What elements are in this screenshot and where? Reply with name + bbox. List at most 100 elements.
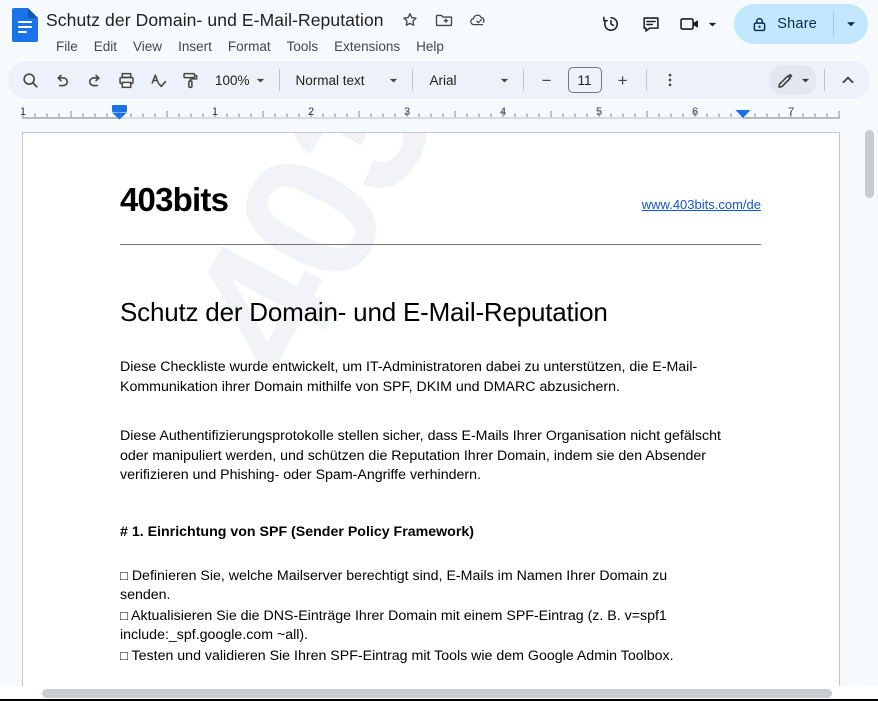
- collapse-toolbar-button[interactable]: [833, 65, 863, 95]
- svg-text:2: 2: [308, 106, 314, 118]
- document-canvas[interactable]: 403bits 403bits www.403bits.com/de Schut…: [0, 122, 878, 701]
- minus-icon: −: [541, 70, 552, 90]
- comment-icon: [643, 17, 659, 32]
- checklist-item[interactable]: □ Aktualisieren Sie die DNS-Einträge Ihr…: [120, 606, 720, 646]
- paint-format-icon: [182, 72, 197, 88]
- redo-icon: [88, 74, 100, 86]
- google-docs-window: Schutz der Domain- und E-Mail-Reputation: [0, 0, 878, 701]
- font-family-dropdown[interactable]: Arial: [420, 65, 516, 95]
- undo-icon: [56, 74, 68, 86]
- move-to-folder-icon[interactable]: [434, 10, 454, 30]
- print-icon: [118, 72, 134, 88]
- checklist-item[interactable]: □ Testen und validieren Sie Ihren SPF-Ei…: [120, 646, 720, 667]
- chevron-down-icon: [500, 78, 508, 83]
- vertical-scrollbar[interactable]: [865, 130, 874, 198]
- search-icon: [22, 72, 38, 88]
- font-family-label: Arial: [429, 72, 457, 88]
- menu-bar: File Edit View Insert Format Tools Exten…: [48, 36, 488, 57]
- svg-text:7: 7: [788, 106, 794, 118]
- version-history-button[interactable]: [593, 6, 629, 42]
- horizontal-scrollbar[interactable]: [42, 689, 832, 698]
- redo-button[interactable]: [79, 65, 109, 95]
- share-dropdown-button[interactable]: [834, 4, 868, 44]
- checklist-item[interactable]: □ Definieren Sie, welche Mailserver bere…: [120, 566, 720, 606]
- ruler[interactable]: 1 1 2 3 4 5 6 7: [0, 100, 878, 122]
- search-button[interactable]: [15, 65, 45, 95]
- plus-icon: +: [617, 70, 628, 90]
- font-size-input[interactable]: 11: [567, 67, 602, 93]
- menu-item-insert[interactable]: Insert: [170, 36, 220, 57]
- menu-item-edit[interactable]: Edit: [86, 36, 125, 57]
- spellcheck-icon: [150, 73, 166, 87]
- comment-button[interactable]: [633, 6, 669, 42]
- ruler-graphic: 1 1 2 3 4 5 6 7: [0, 100, 858, 122]
- zoom-level-dropdown[interactable]: 100%: [206, 65, 272, 95]
- undo-button[interactable]: [47, 65, 77, 95]
- chevron-down-icon: [709, 22, 717, 27]
- toolbar-divider: [411, 69, 413, 91]
- chevron-down-icon: [801, 78, 810, 83]
- letterhead-divider: [120, 244, 761, 245]
- checkbox-glyph[interactable]: □: [120, 648, 128, 663]
- toolbar-right-group: [769, 61, 864, 99]
- toolbar-divider: [522, 69, 524, 91]
- menu-item-help[interactable]: Help: [408, 36, 452, 57]
- toolbar-divider: [824, 69, 825, 91]
- font-size-stepper: − 11 +: [531, 65, 639, 95]
- document-title-row: Schutz der Domain- und E-Mail-Reputation: [46, 6, 488, 34]
- print-button[interactable]: [111, 65, 141, 95]
- cloud-saved-icon[interactable]: [468, 10, 488, 30]
- menu-item-view[interactable]: View: [125, 36, 170, 57]
- section-1-checklist: □ Definieren Sie, welche Mailserver bere…: [120, 566, 761, 667]
- letterhead: 403bits www.403bits.com/de: [120, 183, 761, 222]
- toolbar-divider: [278, 69, 280, 91]
- page-title[interactable]: Schutz der Domain- und E-Mail-Reputation: [46, 10, 384, 31]
- app-header: Schutz der Domain- und E-Mail-Reputation: [0, 0, 878, 60]
- document-page[interactable]: 403bits 403bits www.403bits.com/de Schut…: [22, 132, 840, 701]
- lock-icon: [753, 17, 766, 31]
- brand-website-link[interactable]: www.403bits.com/de: [642, 197, 761, 212]
- menu-item-format[interactable]: Format: [220, 36, 279, 57]
- pencil-icon: [778, 73, 793, 88]
- video-camera-icon: [680, 18, 699, 30]
- share-button-group: Share: [734, 4, 868, 44]
- star-icon[interactable]: [400, 10, 420, 30]
- chevron-down-icon: [389, 78, 397, 83]
- svg-text:5: 5: [596, 106, 602, 118]
- svg-text:3: 3: [404, 106, 410, 118]
- menu-item-extensions[interactable]: Extensions: [326, 36, 408, 57]
- menu-item-tools[interactable]: Tools: [279, 36, 327, 57]
- toolbar-divider: [645, 69, 647, 91]
- checklist-item-label: Aktualisieren Sie die DNS-Einträge Ihrer…: [120, 607, 667, 644]
- document-heading: Schutz der Domain- und E-Mail-Reputation: [120, 297, 608, 327]
- checkbox-glyph[interactable]: □: [120, 608, 128, 623]
- paint-format-button[interactable]: [175, 65, 205, 95]
- editing-mode-dropdown[interactable]: [769, 65, 817, 95]
- chevron-down-icon: [847, 22, 855, 27]
- spellcheck-button[interactable]: [143, 65, 173, 95]
- paragraph-style-dropdown[interactable]: Normal text: [287, 65, 405, 95]
- intro-paragraph-2: Diese Authentifizierungsprotokolle stell…: [120, 428, 721, 483]
- share-label: Share: [777, 16, 817, 32]
- meet-button[interactable]: [673, 6, 722, 42]
- formatting-toolbar: 100% Normal text Arial − 11 +: [8, 61, 870, 99]
- menu-item-file[interactable]: File: [48, 36, 86, 57]
- svg-text:1: 1: [212, 106, 218, 118]
- paragraph-style-label: Normal text: [295, 72, 365, 88]
- more-options-button[interactable]: [655, 65, 685, 95]
- increase-font-size-button[interactable]: +: [608, 65, 638, 95]
- share-button[interactable]: Share: [734, 4, 833, 44]
- header-actions: Share: [593, 4, 868, 44]
- checkbox-glyph[interactable]: □: [120, 568, 128, 583]
- section-1-heading: # 1. Einrichtung von SPF (Sender Policy …: [120, 523, 474, 540]
- toolbar-row: 100% Normal text Arial − 11 +: [0, 60, 878, 100]
- title-action-icons: [400, 10, 488, 30]
- chevron-up-icon: [842, 76, 854, 84]
- checklist-item-label: Definieren Sie, welche Mailserver berech…: [120, 567, 668, 604]
- svg-text:4: 4: [500, 106, 506, 118]
- title-and-menu: Schutz der Domain- und E-Mail-Reputation: [46, 6, 488, 57]
- svg-text:1: 1: [20, 106, 26, 118]
- decrease-font-size-button[interactable]: −: [532, 65, 562, 95]
- svg-text:6: 6: [692, 106, 698, 118]
- google-docs-icon[interactable]: [12, 8, 38, 42]
